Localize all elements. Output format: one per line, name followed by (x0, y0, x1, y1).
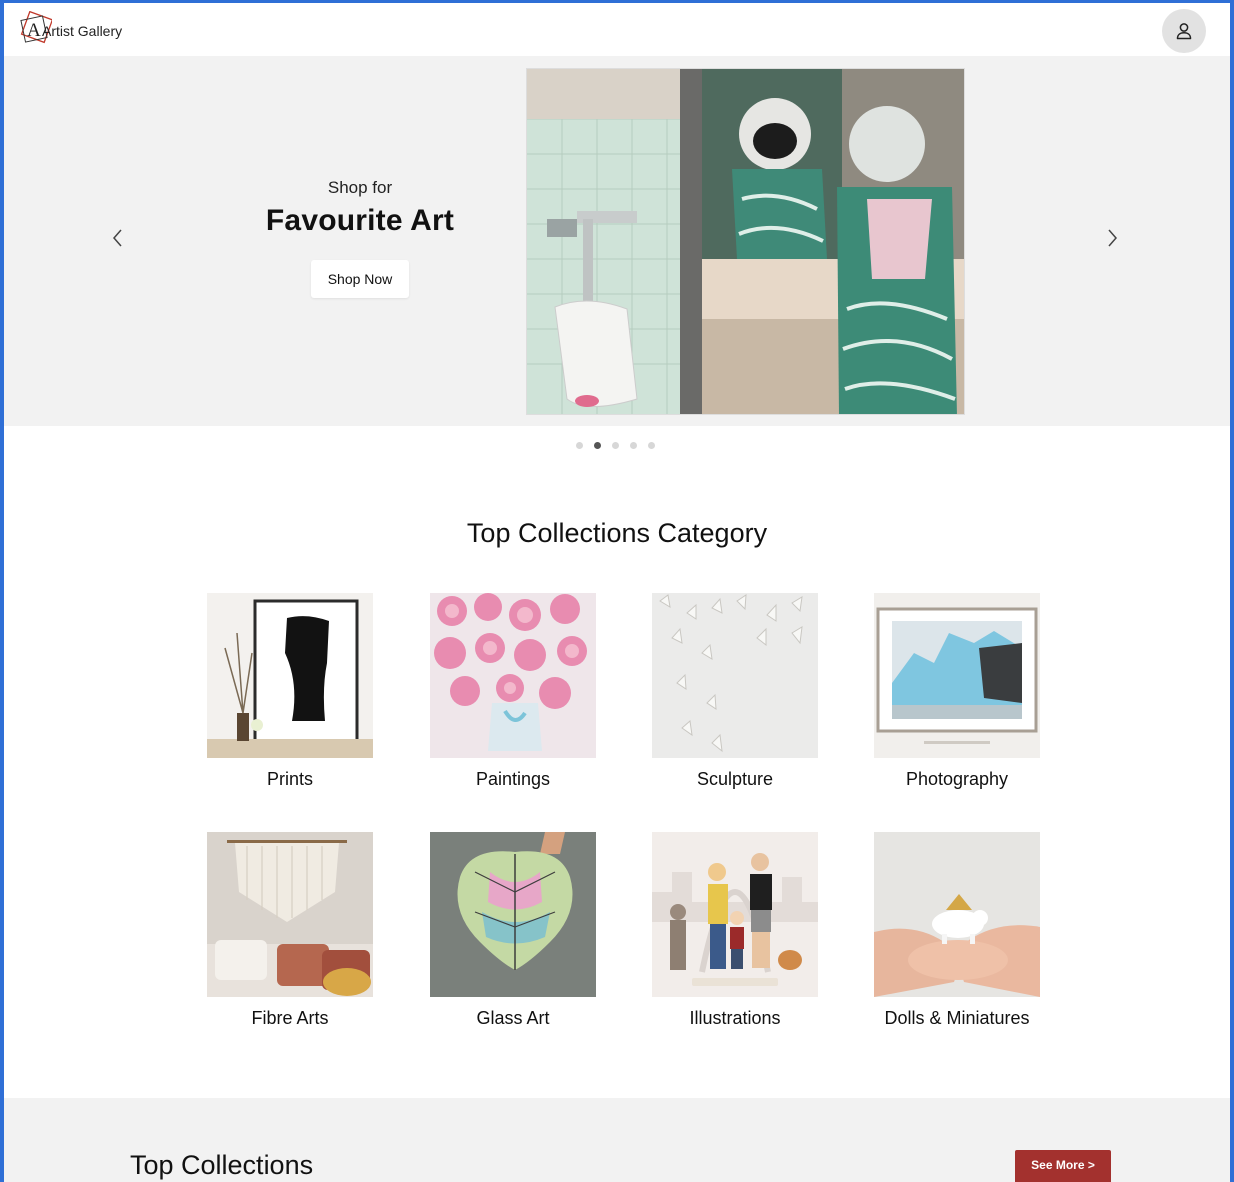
category-label: Illustrations (689, 1008, 781, 1028)
svg-text:A: A (27, 20, 41, 41)
category-image-photography (874, 593, 1040, 758)
hero-title: Favourite Art (265, 204, 455, 237)
category-card-prints[interactable]: Prints (207, 593, 373, 790)
section-title-categories: Top Collections Category (466, 518, 768, 548)
shop-now-button[interactable]: Shop Now (310, 260, 410, 298)
hero-artwork-image[interactable] (526, 68, 965, 415)
artwork-astronauts-illustration (527, 69, 964, 414)
category-image-prints (207, 593, 373, 758)
top-header: A Artist Gallery (4, 3, 1230, 56)
chevron-left-icon[interactable] (108, 226, 128, 250)
category-card-sculpture[interactable]: Sculpture (652, 593, 818, 790)
chevron-right-icon[interactable] (1102, 226, 1122, 250)
section-title-top-collections: Top Collections (130, 1150, 314, 1180)
category-image-fibre-arts (207, 832, 373, 997)
category-card-fibre-arts[interactable]: Fibre Arts (207, 832, 373, 1029)
category-label: Photography (905, 769, 1009, 789)
category-card-paintings[interactable]: Paintings (430, 593, 596, 790)
category-image-illustrations (652, 832, 818, 997)
category-card-photography[interactable]: Photography (874, 593, 1040, 790)
see-more-button[interactable]: See More > (1015, 1150, 1111, 1182)
carousel-dot-3[interactable] (612, 442, 619, 449)
carousel-dot-5[interactable] (648, 442, 655, 449)
category-card-glass-art[interactable]: Glass Art (430, 832, 596, 1029)
category-label: Paintings (475, 769, 551, 789)
category-label: Dolls & Miniatures (884, 1008, 1030, 1028)
top-collections-section: Top Collections See More > (4, 1098, 1230, 1182)
category-image-glass-art (430, 832, 596, 997)
category-label: Sculpture (696, 769, 774, 789)
hero-content: Shop for Favourite Art Shop Now (210, 178, 510, 298)
brand-name: Artist Gallery (42, 23, 123, 39)
carousel-indicators (576, 442, 655, 449)
category-label: Fibre Arts (251, 1008, 329, 1028)
category-card-dolls-miniatures[interactable]: Dolls & Miniatures (874, 832, 1040, 1029)
carousel-dot-4[interactable] (630, 442, 637, 449)
category-image-paintings (430, 593, 596, 758)
category-image-sculpture (652, 593, 818, 758)
category-card-illustrations[interactable]: Illustrations (652, 832, 818, 1029)
hero-carousel: Shop for Favourite Art Shop Now (4, 56, 1230, 426)
carousel-dot-2-active[interactable] (594, 442, 601, 449)
carousel-dot-1[interactable] (576, 442, 583, 449)
profile-button[interactable] (1162, 9, 1206, 53)
brand-logo[interactable]: A Artist Gallery (18, 11, 122, 45)
category-label: Glass Art (476, 1008, 550, 1028)
category-label: Prints (266, 769, 313, 789)
hero-subtitle: Shop for (327, 178, 393, 197)
user-icon (1176, 23, 1192, 40)
category-image-dolls-miniatures (874, 832, 1040, 997)
